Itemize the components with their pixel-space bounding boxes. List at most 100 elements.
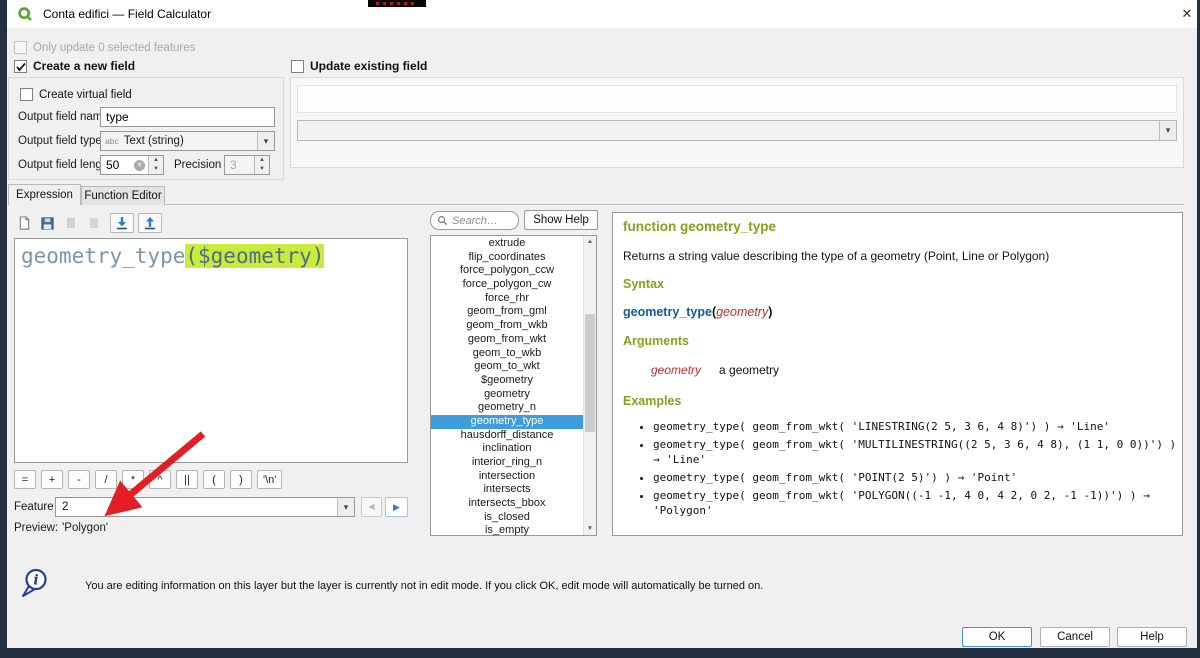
feature-value: 2 <box>62 498 68 516</box>
syntax-argument: geometry <box>716 305 768 319</box>
operator-button[interactable]: + <box>41 470 63 489</box>
function-list-item[interactable]: geom_from_gml <box>431 305 583 319</box>
operator-button[interactable]: ^ <box>149 470 171 489</box>
feature-next-button[interactable]: ▶ <box>385 497 408 517</box>
spinner-arrows[interactable]: ▲ ▼ <box>148 156 163 174</box>
function-list-item[interactable]: is_empty <box>431 524 583 538</box>
output-field-length-label: Output field length <box>18 159 111 171</box>
preview-label: Preview: <box>14 522 58 534</box>
function-list-item[interactable]: $geometry <box>431 374 583 388</box>
preview-value: 'Polygon' <box>62 522 108 534</box>
cancel-button[interactable]: Cancel <box>1040 627 1110 647</box>
function-list-item[interactable]: inclination <box>431 442 583 456</box>
spinner-arrows: ▲ ▼ <box>254 156 269 174</box>
feature-label: Feature <box>14 501 54 513</box>
screen-artifact-marks <box>376 2 418 5</box>
export-expression-button[interactable] <box>138 213 162 233</box>
argument-name: geometry <box>651 363 701 377</box>
length-value: 50 <box>101 158 134 172</box>
function-list-item[interactable]: is_closed <box>431 511 583 525</box>
syntax-heading: Syntax <box>623 277 664 291</box>
checkbox-box <box>291 60 304 73</box>
function-list-item[interactable]: geometry_n <box>431 401 583 415</box>
output-field-type-select[interactable]: abc Text (string) ▾ <box>100 131 275 151</box>
save-expression-button[interactable] <box>37 213 58 233</box>
function-list-item[interactable]: intersects_bbox <box>431 497 583 511</box>
function-list-item[interactable]: force_polygon_ccw <box>431 264 583 278</box>
operator-buttons: = +-/ * ^ || () '\n' <box>14 470 282 489</box>
checkbox-create-virtual-field[interactable]: Create virtual field <box>20 88 132 101</box>
checkbox-create-new-field[interactable]: Create a new field <box>14 59 135 73</box>
function-list-item[interactable]: extrude <box>431 237 583 251</box>
operator-button[interactable]: ) <box>230 470 252 489</box>
scroll-thumb[interactable] <box>585 314 595 432</box>
function-list-item[interactable]: geom_to_wkt <box>431 360 583 374</box>
arguments-heading: Arguments <box>623 334 689 348</box>
function-list-item[interactable]: force_polygon_cw <box>431 278 583 292</box>
operator-button[interactable]: - <box>68 470 90 489</box>
feature-select[interactable]: 2 ▾ <box>55 497 355 517</box>
scroll-up-button[interactable]: ▲ <box>584 236 596 248</box>
syntax-paren: ) <box>768 305 772 319</box>
output-field-name-input[interactable] <box>100 107 275 127</box>
operator-button[interactable]: * <box>122 470 144 489</box>
screen: Conta edifici — Field Calculator ✕ Only … <box>0 0 1200 658</box>
checkbox-update-existing-field[interactable]: Update existing field <box>291 59 427 73</box>
checkbox-label: Update existing field <box>310 59 427 73</box>
operator-button[interactable]: ( <box>203 470 225 489</box>
function-search[interactable] <box>430 211 519 230</box>
tab-expression[interactable]: Expression <box>8 184 81 205</box>
show-help-button[interactable]: Show Help <box>524 210 598 230</box>
tab-function-editor[interactable]: Function Editor <box>81 186 165 205</box>
function-list-item[interactable]: geometry_type <box>431 415 583 429</box>
help-description: Returns a string value describing the ty… <box>623 249 1049 263</box>
function-list-item[interactable]: force_rhr <box>431 292 583 306</box>
function-list-item[interactable]: interior_ring_n <box>431 456 583 470</box>
function-list-item[interactable]: geometry <box>431 388 583 402</box>
function-list-item[interactable]: hausdorff_distance <box>431 429 583 443</box>
document-icon <box>17 215 32 231</box>
checkbox-only-update-selected: Only update 0 selected features <box>14 41 195 54</box>
operator-button[interactable]: '\n' <box>257 470 282 489</box>
operator-button[interactable]: / <box>95 470 117 489</box>
function-list-item[interactable]: geom_to_wkb <box>431 347 583 361</box>
qgis-logo-icon <box>17 6 33 22</box>
close-button[interactable]: ✕ <box>1169 0 1200 28</box>
ok-button[interactable]: OK <box>962 627 1032 647</box>
chevron-down-icon: ▾ <box>1159 121 1176 140</box>
scroll-down-button[interactable]: ▼ <box>584 523 596 535</box>
function-list-item[interactable]: intersection <box>431 470 583 484</box>
example-item: geometry_type( geom_from_wkt( 'POLYGON((… <box>653 488 1178 518</box>
function-list-scrollbar[interactable]: ▲ ▼ <box>583 236 596 535</box>
function-list-item[interactable]: geom_from_wkt <box>431 333 583 347</box>
output-field-length-spinner[interactable]: 50 ✕ ▲ ▼ <box>100 155 164 175</box>
save-icon <box>40 216 55 231</box>
help-button[interactable]: Help <box>1117 627 1187 647</box>
precision-spinner: 3 ▲ ▼ <box>224 155 270 175</box>
import-expression-button[interactable] <box>110 213 134 233</box>
checkbox-box <box>14 41 27 54</box>
function-list-item[interactable]: intersects <box>431 483 583 497</box>
expression-editor[interactable]: geometry_type($geometry) <box>14 238 408 463</box>
info-icon: i <box>18 567 54 599</box>
precision-value: 3 <box>225 158 254 172</box>
spin-down-icon: ▼ <box>149 165 163 174</box>
function-list-item[interactable]: geom_from_wkb <box>431 319 583 333</box>
clear-icon[interactable]: ✕ <box>134 160 145 171</box>
tab-divider <box>8 204 1184 205</box>
check-icon <box>15 61 27 73</box>
expression-function-token: geometry_type <box>21 244 185 268</box>
new-expression-button[interactable] <box>14 213 35 233</box>
search-input[interactable] <box>452 215 508 227</box>
checkbox-label: Create a new field <box>33 59 135 73</box>
trash-icon <box>87 216 101 230</box>
window-title: Conta edifici — Field Calculator <box>43 0 211 28</box>
spin-up-icon: ▲ <box>255 156 269 165</box>
feature-prev-button: ◀ <box>361 497 382 517</box>
spin-up-icon: ▲ <box>149 156 163 165</box>
operator-button[interactable]: || <box>176 470 198 489</box>
operator-button[interactable]: = <box>14 470 36 489</box>
function-list-item[interactable]: flip_coordinates <box>431 251 583 265</box>
precision-label: Precision <box>174 159 221 171</box>
expression-code: geometry_type($geometry) <box>21 244 324 268</box>
